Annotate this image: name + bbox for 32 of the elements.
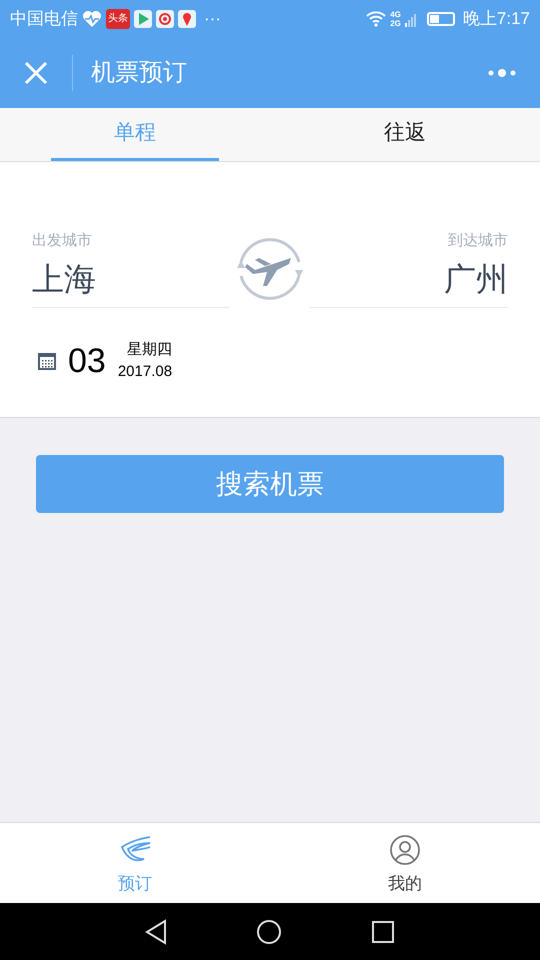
- to-label: 到达城市: [448, 231, 508, 251]
- signal-icon: [404, 11, 417, 27]
- network-type: 4G: [390, 10, 401, 19]
- weekday: 星期四: [127, 340, 172, 360]
- recents-icon: [371, 920, 396, 944]
- back-nav-button[interactable]: [144, 918, 167, 944]
- heart-icon: [82, 10, 102, 28]
- close-icon: [24, 61, 48, 85]
- page-title: 机票预订: [91, 58, 187, 88]
- back-icon: [144, 918, 167, 944]
- network-type: 2G: [390, 19, 401, 28]
- home-nav-button[interactable]: [256, 918, 282, 944]
- app-badge: 头条: [106, 9, 130, 29]
- to-city[interactable]: 广州: [444, 256, 508, 300]
- trip-tab[interactable]: 往返: [321, 108, 489, 161]
- more-notifications: ···: [204, 8, 221, 30]
- map-pin-icon: [178, 10, 196, 28]
- more-icon: [488, 68, 516, 78]
- carrier-name: 中国电信: [10, 8, 78, 30]
- wifi-icon: [366, 11, 386, 27]
- play-icon: [134, 10, 152, 28]
- year-month: 2017.08: [118, 362, 172, 382]
- home-icon: [256, 918, 282, 944]
- clock: 晚上7:17: [462, 8, 530, 30]
- user-icon: [390, 835, 420, 865]
- bottom-tab[interactable]: 我的: [388, 823, 422, 903]
- from-label: 出发城市: [32, 231, 93, 251]
- calendar-icon: [38, 352, 56, 370]
- recents-nav-button[interactable]: [371, 920, 396, 944]
- from-city[interactable]: 上海: [32, 256, 230, 300]
- battery-icon: [426, 12, 455, 26]
- date-day: 03: [68, 336, 106, 386]
